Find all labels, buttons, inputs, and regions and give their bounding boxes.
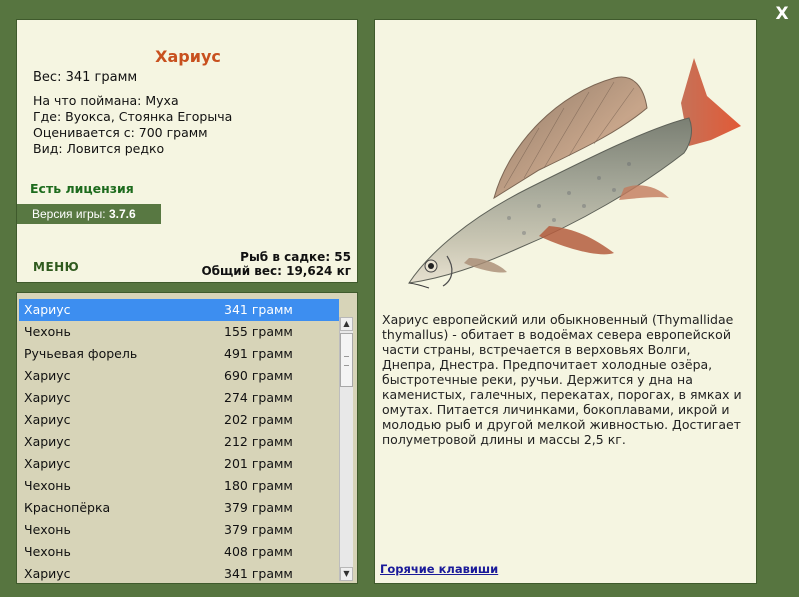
license-status: Есть лицензия [30, 181, 134, 196]
catch-fish-weight: 202 грамм [224, 412, 293, 427]
grayling-fish-image [407, 58, 741, 289]
catch-fish-weight: 690 грамм [224, 368, 293, 383]
catch-list-row[interactable]: Чехонь 180 грамм [19, 475, 339, 497]
fish-details: На что поймана: Муха Где: Вуокса, Стоянк… [33, 93, 232, 157]
scroll-up-arrow-icon[interactable]: ▲ [340, 317, 353, 331]
catch-list-row[interactable]: Хариус 201 грамм [19, 453, 339, 475]
catch-fish-weight: 155 грамм [224, 324, 293, 339]
fish-rarity: Вид: Ловится редко [33, 141, 165, 156]
catch-fish-weight: 379 грамм [224, 500, 293, 515]
catch-fish-name: Хариус [24, 456, 71, 471]
catch-list-row[interactable]: Ручьевая форель 491 грамм [19, 343, 339, 365]
fish-description-panel: Хариус европейский или обыкновенный (Thy… [374, 19, 757, 584]
catch-fish-weight: 379 грамм [224, 522, 293, 537]
fish-info-panel: Хариус Вес: 341 грамм На что поймана: Му… [16, 19, 358, 283]
keepnet-stats: Рыб в садке: 55 Общий вес: 19,624 кг [201, 250, 351, 278]
catch-fish-name: Хариус [24, 566, 71, 581]
catch-fish-weight: 201 грамм [224, 456, 293, 471]
catch-fish-name: Чехонь [24, 324, 71, 339]
catch-fish-weight: 274 грамм [224, 390, 293, 405]
catch-fish-weight: 341 грамм [224, 302, 293, 317]
hotkeys-link[interactable]: Горячие клавиши [380, 562, 498, 576]
catch-list-row[interactable]: Хариус 341 грамм [19, 563, 339, 583]
fish-value: Оценивается с: 700 грамм [33, 125, 208, 140]
version-bar: Версия игры: 3.7.6 [17, 204, 161, 224]
version-number: 3.7.6 [108, 207, 136, 221]
catch-fish-name: Хариус [24, 434, 71, 449]
fish-description: Хариус европейский или обыкновенный (Thy… [382, 312, 742, 447]
close-button[interactable]: X [772, 3, 792, 25]
catch-fish-name: Ручьевая форель [24, 346, 138, 361]
scroll-down-arrow-icon[interactable]: ▼ [340, 567, 353, 581]
catch-list-row[interactable]: Хариус 202 грамм [19, 409, 339, 431]
catch-fish-name: Чехонь [24, 478, 71, 493]
catch-list-row[interactable]: Чехонь 155 грамм [19, 321, 339, 343]
catch-list-row[interactable]: Хариус 690 грамм [19, 365, 339, 387]
catch-fish-weight: 212 грамм [224, 434, 293, 449]
catch-list-row[interactable]: Хариус 212 грамм [19, 431, 339, 453]
catch-fish-name: Чехонь [24, 522, 71, 537]
fish-count: Рыб в садке: 55 [240, 250, 351, 264]
catch-list-row[interactable]: Краснопёрка 379 грамм [19, 497, 339, 519]
list-scrollbar[interactable]: ▲ ▼ [339, 317, 353, 581]
grip-icon [344, 356, 349, 366]
catch-list-row[interactable]: Хариус 341 грамм [19, 299, 339, 321]
catch-list: Хариус 341 грамм Чехонь 155 грамм Ручьевая ф… [19, 299, 339, 583]
catch-fish-name: Хариус [24, 368, 71, 383]
caught-with: На что поймана: Муха [33, 93, 179, 108]
fish-title: Хариус [155, 47, 221, 66]
catch-list-row[interactable]: Чехонь 408 грамм [19, 541, 339, 563]
catch-location: Где: Вуокса, Стоянка Егорыча [33, 109, 233, 124]
catch-fish-weight: 491 грамм [224, 346, 293, 361]
total-weight: Общий вес: 19,624 кг [201, 264, 351, 278]
catch-fish-name: Хариус [24, 412, 71, 427]
catch-list-row[interactable]: Хариус 274 грамм [19, 387, 339, 409]
catch-list-row[interactable]: Чехонь 379 грамм [19, 519, 339, 541]
catch-fish-name: Хариус [24, 390, 71, 405]
scroll-thumb[interactable] [340, 333, 353, 387]
catch-fish-weight: 408 грамм [224, 544, 293, 559]
catch-fish-name: Хариус [24, 302, 71, 317]
catch-fish-name: Краснопёрка [24, 500, 111, 515]
fish-weight: Вес: 341 грамм [33, 70, 138, 85]
catch-fish-name: Чехонь [24, 544, 71, 559]
catch-fish-weight: 180 грамм [224, 478, 293, 493]
menu-button[interactable]: МЕНЮ [33, 260, 79, 274]
catch-fish-weight: 341 грамм [224, 566, 293, 581]
version-label: Версия игры: [32, 207, 106, 221]
catch-list-panel: Хариус 341 грамм Чехонь 155 грамм Ручьевая ф… [16, 292, 358, 584]
